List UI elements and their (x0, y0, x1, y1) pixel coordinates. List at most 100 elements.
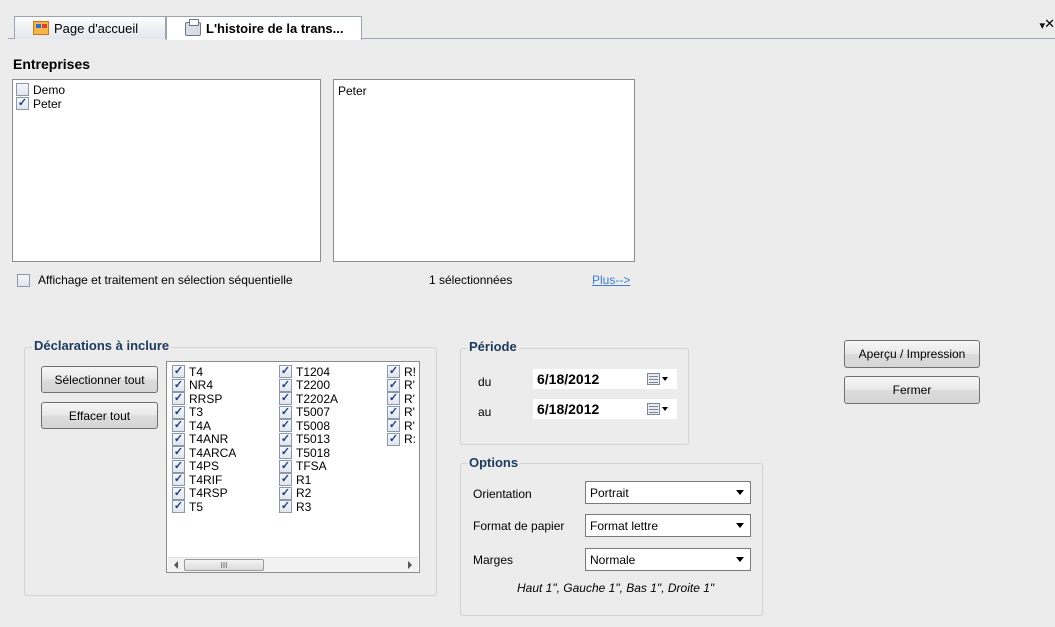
declaration-item[interactable]: ✓ R: (387, 432, 416, 447)
declaration-checkbox[interactable]: ✓ (279, 486, 292, 500)
declaration-checkbox[interactable]: ✓ (387, 405, 400, 419)
declaration-checkbox[interactable]: ✓ (387, 365, 400, 379)
declaration-checkbox[interactable]: ✓ (279, 500, 292, 514)
declaration-item[interactable]: ✓ R' (387, 419, 416, 433)
orientation-select[interactable]: Portrait (585, 481, 751, 504)
scrollbar-thumb[interactable]: III (184, 559, 264, 571)
declaration-item[interactable]: ✓ R' (387, 405, 416, 419)
declaration-item[interactable]: ✓ T4 (172, 365, 236, 379)
declaration-checkbox[interactable]: ✓ (279, 419, 292, 433)
close-button[interactable]: Fermer (844, 376, 980, 404)
declaration-item[interactable]: ✓ T3 (172, 405, 236, 419)
declaration-item[interactable]: ✓ T5013 (279, 432, 338, 446)
declaration-label: T4ANR (189, 432, 229, 447)
declaration-item[interactable]: ✓ RRSP (172, 392, 236, 406)
declaration-checkbox[interactable]: ✓ (172, 365, 185, 379)
declaration-checkbox[interactable]: ✓ (172, 378, 185, 392)
company-item-peter[interactable]: ✓ Peter (16, 97, 320, 110)
chevron-down-icon[interactable] (662, 407, 668, 411)
tab-history[interactable]: L'histoire de la trans... (166, 16, 362, 40)
declaration-item[interactable]: ✓ NR4 (172, 378, 236, 392)
sequential-selection-option[interactable]: Affichage et traitement en sélection séq… (17, 273, 293, 287)
declaration-checkbox[interactable]: ✓ (279, 365, 292, 379)
selected-companies-list[interactable]: Peter (333, 79, 635, 262)
declaration-item[interactable]: ✓ T1204 (279, 365, 338, 379)
declaration-checkbox[interactable]: ✓ (172, 459, 185, 473)
declaration-label: T1204 (296, 365, 331, 379)
declaration-checkbox[interactable]: ✓ (172, 405, 185, 419)
clear-all-button[interactable]: Effacer tout (41, 402, 158, 429)
declaration-label: T5008 (296, 419, 331, 433)
selected-company-item[interactable]: Peter (338, 84, 634, 98)
more-link[interactable]: Plus--> (592, 273, 630, 287)
declaration-label: T4 (189, 365, 204, 379)
declaration-item[interactable]: ✓ T5008 (279, 419, 338, 433)
declaration-item[interactable]: ✓ R! (387, 365, 416, 379)
declaration-checkbox[interactable]: ✓ (172, 419, 185, 433)
paper-format-select[interactable]: Format lettre (585, 514, 751, 537)
declaration-item[interactable]: ✓ T5 (172, 500, 236, 514)
declaration-label: T4A (189, 419, 212, 433)
to-date-picker[interactable]: 6/18/2012 (532, 398, 678, 420)
declaration-item[interactable]: ✓ R' (387, 378, 416, 392)
declaration-checkbox[interactable]: ✓ (279, 473, 292, 487)
declaration-checkbox[interactable]: ✓ (387, 378, 400, 392)
declaration-label: R: (404, 432, 416, 447)
declaration-checkbox[interactable]: ✓ (279, 432, 292, 446)
chevron-down-icon[interactable] (662, 377, 668, 381)
declaration-item[interactable]: ✓ T4RIF (172, 473, 236, 487)
tab-history-label: L'histoire de la trans... (206, 21, 344, 36)
declaration-item[interactable]: ✓ R' (387, 392, 416, 406)
declarations-horizontal-scrollbar[interactable]: III (168, 557, 418, 572)
chevron-down-icon[interactable] (736, 523, 744, 528)
declaration-item[interactable]: ✓ T2200 (279, 378, 338, 392)
declaration-item[interactable]: ✓ R1 (279, 473, 338, 487)
declaration-checkbox[interactable]: ✓ (279, 378, 292, 392)
declaration-checkbox[interactable]: ✓ (279, 392, 292, 406)
selected-count: 1 sélectionnées (429, 273, 513, 287)
declaration-checkbox[interactable]: ✓ (387, 419, 400, 433)
tab-home[interactable]: Page d'accueil (14, 16, 166, 39)
declaration-checkbox[interactable]: ✓ (172, 392, 185, 406)
calendar-icon[interactable] (647, 403, 660, 415)
company-checkbox-peter[interactable]: ✓ (16, 97, 29, 110)
declaration-item[interactable]: ✓ R2 (279, 486, 338, 500)
calendar-icon[interactable] (647, 373, 660, 385)
declaration-item[interactable]: ✓ T4ARCA (172, 446, 236, 460)
company-checkbox-demo[interactable] (16, 83, 29, 96)
declaration-item[interactable]: ✓ T4ANR (172, 432, 236, 447)
declaration-item[interactable]: ✓ TFSA (279, 459, 338, 473)
declaration-item[interactable]: ✓ R3 (279, 500, 338, 514)
company-item-demo[interactable]: Demo (16, 83, 320, 96)
select-all-button[interactable]: Sélectionner tout (41, 366, 158, 393)
scroll-right-arrow[interactable] (402, 561, 418, 569)
declaration-item[interactable]: ✓ T5018 (279, 446, 338, 460)
declaration-item[interactable]: ✓ T5007 (279, 405, 338, 419)
companies-checklist[interactable]: Demo ✓ Peter (12, 79, 321, 262)
declaration-checkbox[interactable]: ✓ (279, 459, 292, 473)
declaration-checkbox[interactable]: ✓ (387, 392, 400, 406)
chevron-down-icon[interactable] (736, 557, 744, 562)
declaration-checkbox[interactable]: ✓ (172, 473, 185, 487)
declaration-checkbox[interactable]: ✓ (172, 446, 185, 460)
from-date-value[interactable]: 6/18/2012 (537, 371, 647, 387)
chevron-down-icon[interactable] (736, 490, 744, 495)
declaration-checkbox[interactable]: ✓ (279, 446, 292, 460)
declaration-item[interactable]: ✓ T4RSP (172, 486, 236, 500)
declaration-item[interactable]: ✓ T2202A (279, 392, 338, 406)
preview-print-button[interactable]: Aperçu / Impression (844, 340, 980, 368)
to-date-value[interactable]: 6/18/2012 (537, 401, 647, 417)
tab-close-icon[interactable]: ✕ (1044, 16, 1055, 32)
declaration-checkbox[interactable]: ✓ (279, 405, 292, 419)
margins-select[interactable]: Normale (585, 548, 751, 571)
declaration-item[interactable]: ✓ T4PS (172, 459, 236, 473)
declaration-item[interactable]: ✓ T4A (172, 419, 236, 433)
declaration-checkbox[interactable]: ✓ (387, 432, 400, 446)
sequential-selection-checkbox[interactable] (17, 273, 30, 287)
from-date-picker[interactable]: 6/18/2012 (532, 368, 678, 390)
declaration-checkbox[interactable]: ✓ (172, 432, 185, 446)
declarations-checklist[interactable]: ✓ T4 ✓ NR4 ✓ RRSP ✓ T3 ✓ T4A ✓ T4ANR ✓ T4ARCA ✓ T4PS ✓ T4… (166, 361, 420, 573)
scroll-left-arrow[interactable] (168, 561, 184, 569)
declaration-checkbox[interactable]: ✓ (172, 486, 185, 500)
declaration-checkbox[interactable]: ✓ (172, 500, 185, 514)
